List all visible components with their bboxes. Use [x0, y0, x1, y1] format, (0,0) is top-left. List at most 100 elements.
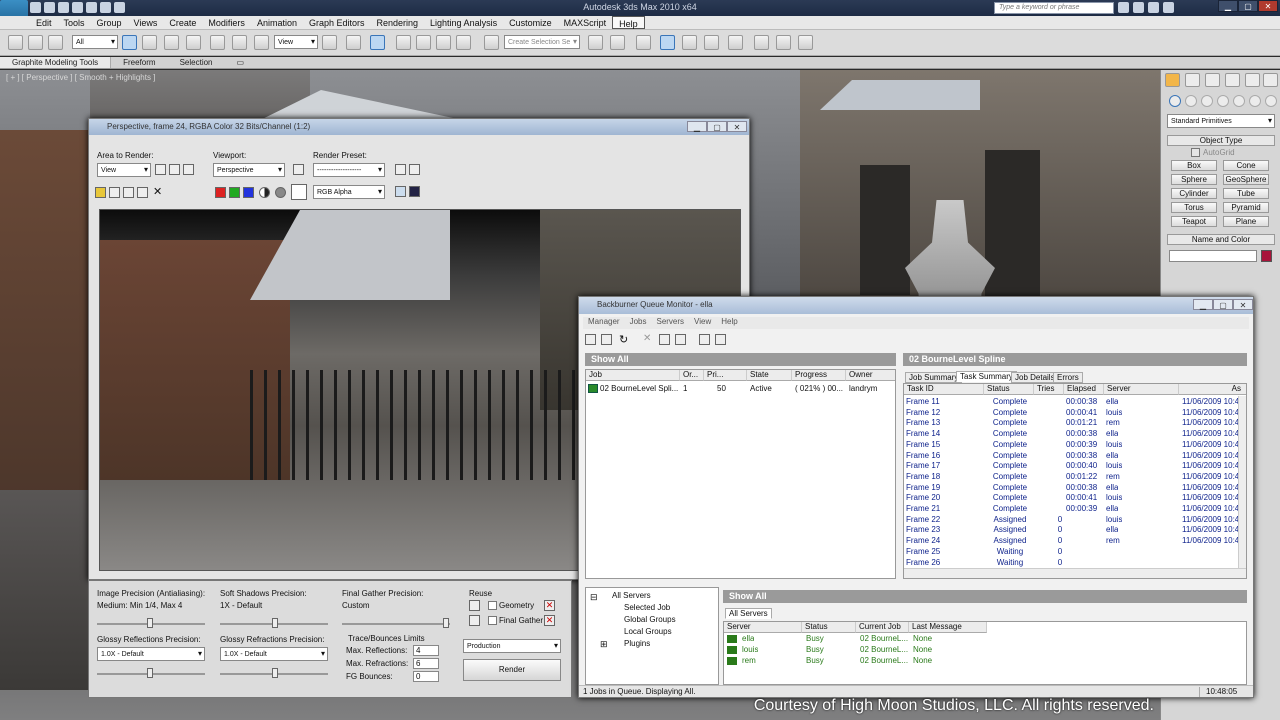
viewport-label[interactable]: [ + ] [ Perspective ] [ Smooth + Highlig… — [6, 73, 155, 82]
lights-icon[interactable] — [1201, 95, 1213, 107]
task-server-header[interactable]: Server — [1104, 384, 1179, 395]
binoculars-icon[interactable] — [1118, 2, 1129, 13]
geosphere-button[interactable]: GeoSphere — [1223, 174, 1269, 185]
menu-tools[interactable]: Tools — [58, 16, 91, 29]
pivot-center-icon[interactable] — [322, 35, 337, 50]
image-precision-knob[interactable] — [147, 618, 153, 628]
menu-help[interactable]: Help — [612, 16, 645, 29]
job-col-header[interactable]: Job — [586, 370, 680, 381]
tree-global-groups[interactable]: Global Groups — [624, 615, 676, 625]
torus-button[interactable]: Torus — [1171, 202, 1217, 213]
rendered-frame-window-icon[interactable] — [776, 35, 791, 50]
layer-manager-icon[interactable] — [636, 35, 651, 50]
render-production-icon[interactable] — [798, 35, 813, 50]
menu-maxscript[interactable]: MAXScript — [558, 16, 613, 29]
menu-views[interactable]: Views — [128, 16, 164, 29]
help-icon[interactable] — [1163, 2, 1174, 13]
glossy-reflections-value[interactable]: 1.0X - Default — [97, 647, 205, 661]
spinner-snap-icon[interactable] — [456, 35, 471, 50]
server-message-header[interactable]: Last Message — [909, 622, 987, 633]
menu-lighting-analysis[interactable]: Lighting Analysis — [424, 16, 503, 29]
undo-icon[interactable] — [72, 2, 83, 13]
tree-local-groups[interactable]: Local Groups — [624, 627, 672, 637]
menu-group[interactable]: Group — [91, 16, 128, 29]
tree-plugins[interactable]: Plugins — [624, 639, 650, 649]
tab-selection[interactable]: Selection — [168, 57, 225, 68]
object-color-swatch[interactable] — [1261, 250, 1272, 262]
server-status-header[interactable]: Status — [802, 622, 856, 633]
cameras-icon[interactable] — [1217, 95, 1229, 107]
cone-button[interactable]: Cone — [1223, 160, 1269, 171]
lock-viewport-icon[interactable] — [293, 164, 304, 175]
progress-col-header[interactable]: Progress — [792, 370, 846, 381]
tree-selected-job[interactable]: Selected Job — [624, 603, 670, 613]
snaps-toggle-icon[interactable] — [396, 35, 411, 50]
bb-menu-servers[interactable]: Servers — [651, 317, 689, 329]
task-status-header[interactable]: Status — [984, 384, 1034, 395]
motion-tab-icon[interactable] — [1225, 73, 1240, 87]
select-by-name-icon[interactable] — [142, 35, 157, 50]
bb-menu-manager[interactable]: Manager — [583, 317, 625, 329]
soft-shadows-knob[interactable] — [272, 618, 278, 628]
reference-coordinate-dropdown[interactable]: View — [274, 35, 318, 49]
area-to-render-dropdown[interactable]: View — [97, 163, 151, 177]
geometry-lock-icon[interactable] — [469, 600, 480, 611]
toggle-ui-icon[interactable] — [409, 186, 420, 197]
rfw-maximize-button[interactable]: ▢ — [707, 121, 727, 132]
render-setup-icon[interactable] — [754, 35, 769, 50]
display-tab-icon[interactable] — [1245, 73, 1260, 87]
maximize-button[interactable]: ▢ — [1238, 0, 1258, 12]
tree-all-servers[interactable]: All Servers — [612, 591, 651, 601]
object-type-rollout[interactable]: Object Type — [1167, 135, 1275, 146]
selection-filter-dropdown[interactable]: All — [72, 35, 118, 49]
select-manipulate-icon[interactable] — [346, 35, 361, 50]
teapot-button[interactable]: Teapot — [1171, 216, 1217, 227]
bb-menu-view[interactable]: View — [689, 317, 716, 329]
glossy-refractions-knob[interactable] — [272, 668, 278, 678]
viewport-dropdown[interactable]: Perspective — [213, 163, 285, 177]
rotate-icon[interactable] — [232, 35, 247, 50]
rfw-close-button[interactable]: ✕ — [727, 121, 747, 132]
autogrid-checkbox[interactable] — [1191, 148, 1200, 157]
max-refractions-spinner[interactable]: 6 — [413, 658, 439, 669]
space-warps-icon[interactable] — [1249, 95, 1261, 107]
geometry-checkbox[interactable] — [488, 601, 497, 610]
rectangular-selection-icon[interactable] — [164, 35, 179, 50]
clear-image-icon[interactable]: ✕ — [153, 185, 162, 198]
scale-icon[interactable] — [254, 35, 269, 50]
max-reflections-spinner[interactable]: 4 — [413, 645, 439, 656]
keyboard-shortcut-override-icon[interactable] — [370, 35, 385, 50]
window-crossing-icon[interactable] — [186, 35, 201, 50]
open-file-icon[interactable] — [44, 2, 55, 13]
schematic-view-icon[interactable] — [704, 35, 719, 50]
mirror-icon[interactable] — [588, 35, 603, 50]
tab-errors[interactable]: Errors — [1053, 372, 1083, 383]
menu-graph-editors[interactable]: Graph Editors — [303, 16, 371, 29]
task-vertical-scrollbar[interactable] — [1238, 396, 1246, 568]
menu-create[interactable]: Create — [163, 16, 202, 29]
graphite-toggle-icon[interactable] — [660, 35, 675, 50]
menu-edit[interactable]: Edit — [30, 16, 58, 29]
unlink-icon[interactable] — [28, 35, 43, 50]
move-icon[interactable] — [210, 35, 225, 50]
red-channel-icon[interactable] — [215, 187, 226, 198]
tab-job-summary[interactable]: Job Summary — [905, 372, 963, 383]
subscription-icon[interactable] — [1133, 2, 1144, 13]
geometry-clear-icon[interactable]: ✕ — [544, 600, 555, 611]
utilities-tab-icon[interactable] — [1263, 73, 1278, 87]
quick-access-dropdown-icon[interactable] — [114, 2, 125, 13]
alpha-channel-icon[interactable] — [259, 187, 270, 198]
monochrome-icon[interactable] — [275, 187, 286, 198]
edit-region-icon[interactable] — [155, 164, 166, 175]
edit-named-selection-icon[interactable] — [484, 35, 499, 50]
modify-tab-icon[interactable] — [1185, 73, 1200, 87]
print-image-icon[interactable] — [137, 187, 148, 198]
geometry-icon[interactable] — [1169, 95, 1181, 107]
tree-collapse-icon[interactable]: ⊟ — [590, 592, 598, 602]
final-gather-knob[interactable] — [443, 618, 449, 628]
cylinder-button[interactable]: Cylinder — [1171, 188, 1217, 199]
task-id-header[interactable]: Task ID — [904, 384, 984, 395]
menu-rendering[interactable]: Rendering — [371, 16, 425, 29]
rfw-minimize-button[interactable]: ▁ — [687, 121, 707, 132]
tab-graphite-modeling-tools[interactable]: Graphite Modeling Tools — [0, 57, 112, 68]
